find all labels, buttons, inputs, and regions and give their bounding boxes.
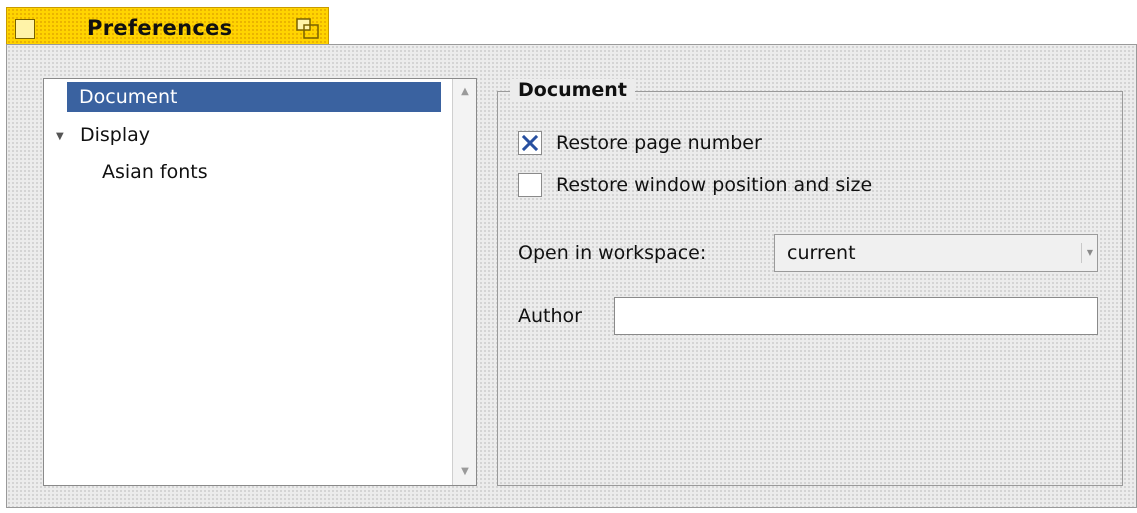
open-in-workspace-select[interactable]: current ▼ xyxy=(774,234,1098,272)
preferences-window: Document ▼ Display Asian fonts ▲ ▼ Docum… xyxy=(6,44,1137,508)
preferences-tree[interactable]: Document ▼ Display Asian fonts ▲ ▼ xyxy=(43,78,477,486)
scroll-up-icon[interactable]: ▲ xyxy=(457,83,473,101)
open-in-workspace-label: Open in workspace: xyxy=(518,242,707,264)
restore-page-number-row[interactable]: Restore page number xyxy=(518,130,762,156)
chevron-down-icon[interactable]: ▼ xyxy=(56,131,64,142)
tree-item-document[interactable]: Document xyxy=(67,82,441,112)
tree-scrollbar[interactable]: ▲ ▼ xyxy=(452,79,476,485)
restore-window-label: Restore window position and size xyxy=(556,174,873,196)
restore-window-row[interactable]: Restore window position and size xyxy=(518,172,872,198)
restore-window-checkbox[interactable] xyxy=(518,173,542,197)
open-in-workspace-value: current xyxy=(787,242,856,264)
tree-item-asian-fonts[interactable]: Asian fonts xyxy=(102,161,208,183)
x-check-icon xyxy=(521,134,539,152)
dropdown-arrow-icon[interactable]: ▼ xyxy=(1081,243,1093,263)
restore-page-number-checkbox[interactable] xyxy=(518,131,542,155)
document-group-title: Document xyxy=(510,79,635,101)
author-label: Author xyxy=(518,305,582,327)
restore-page-number-label: Restore page number xyxy=(556,132,762,154)
scroll-down-icon[interactable]: ▼ xyxy=(457,463,473,481)
close-box-icon[interactable] xyxy=(15,19,35,39)
tree-item-display[interactable]: Display xyxy=(80,124,150,146)
window-tab[interactable]: Preferences xyxy=(6,7,329,44)
document-group: Document Restore page number Restore win… xyxy=(497,79,1123,486)
window-title: Preferences xyxy=(87,16,233,40)
author-field[interactable] xyxy=(614,297,1098,335)
zoom-icon[interactable] xyxy=(296,18,320,40)
